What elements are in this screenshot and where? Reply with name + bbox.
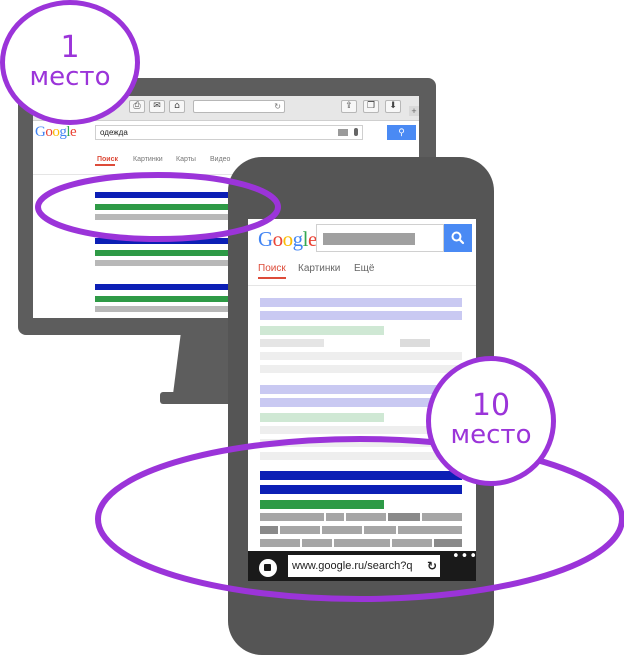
badge-number: 1 xyxy=(60,30,80,65)
badge-number: 10 xyxy=(471,388,511,423)
desktop-first-result-highlight xyxy=(35,172,281,242)
mobile-tenth-result-highlight xyxy=(95,436,624,602)
tenth-place-badge: 10 место xyxy=(426,356,556,486)
first-place-badge: 1 место xyxy=(0,0,140,125)
badge-label: место xyxy=(450,420,532,450)
badge-label: место xyxy=(29,62,111,92)
